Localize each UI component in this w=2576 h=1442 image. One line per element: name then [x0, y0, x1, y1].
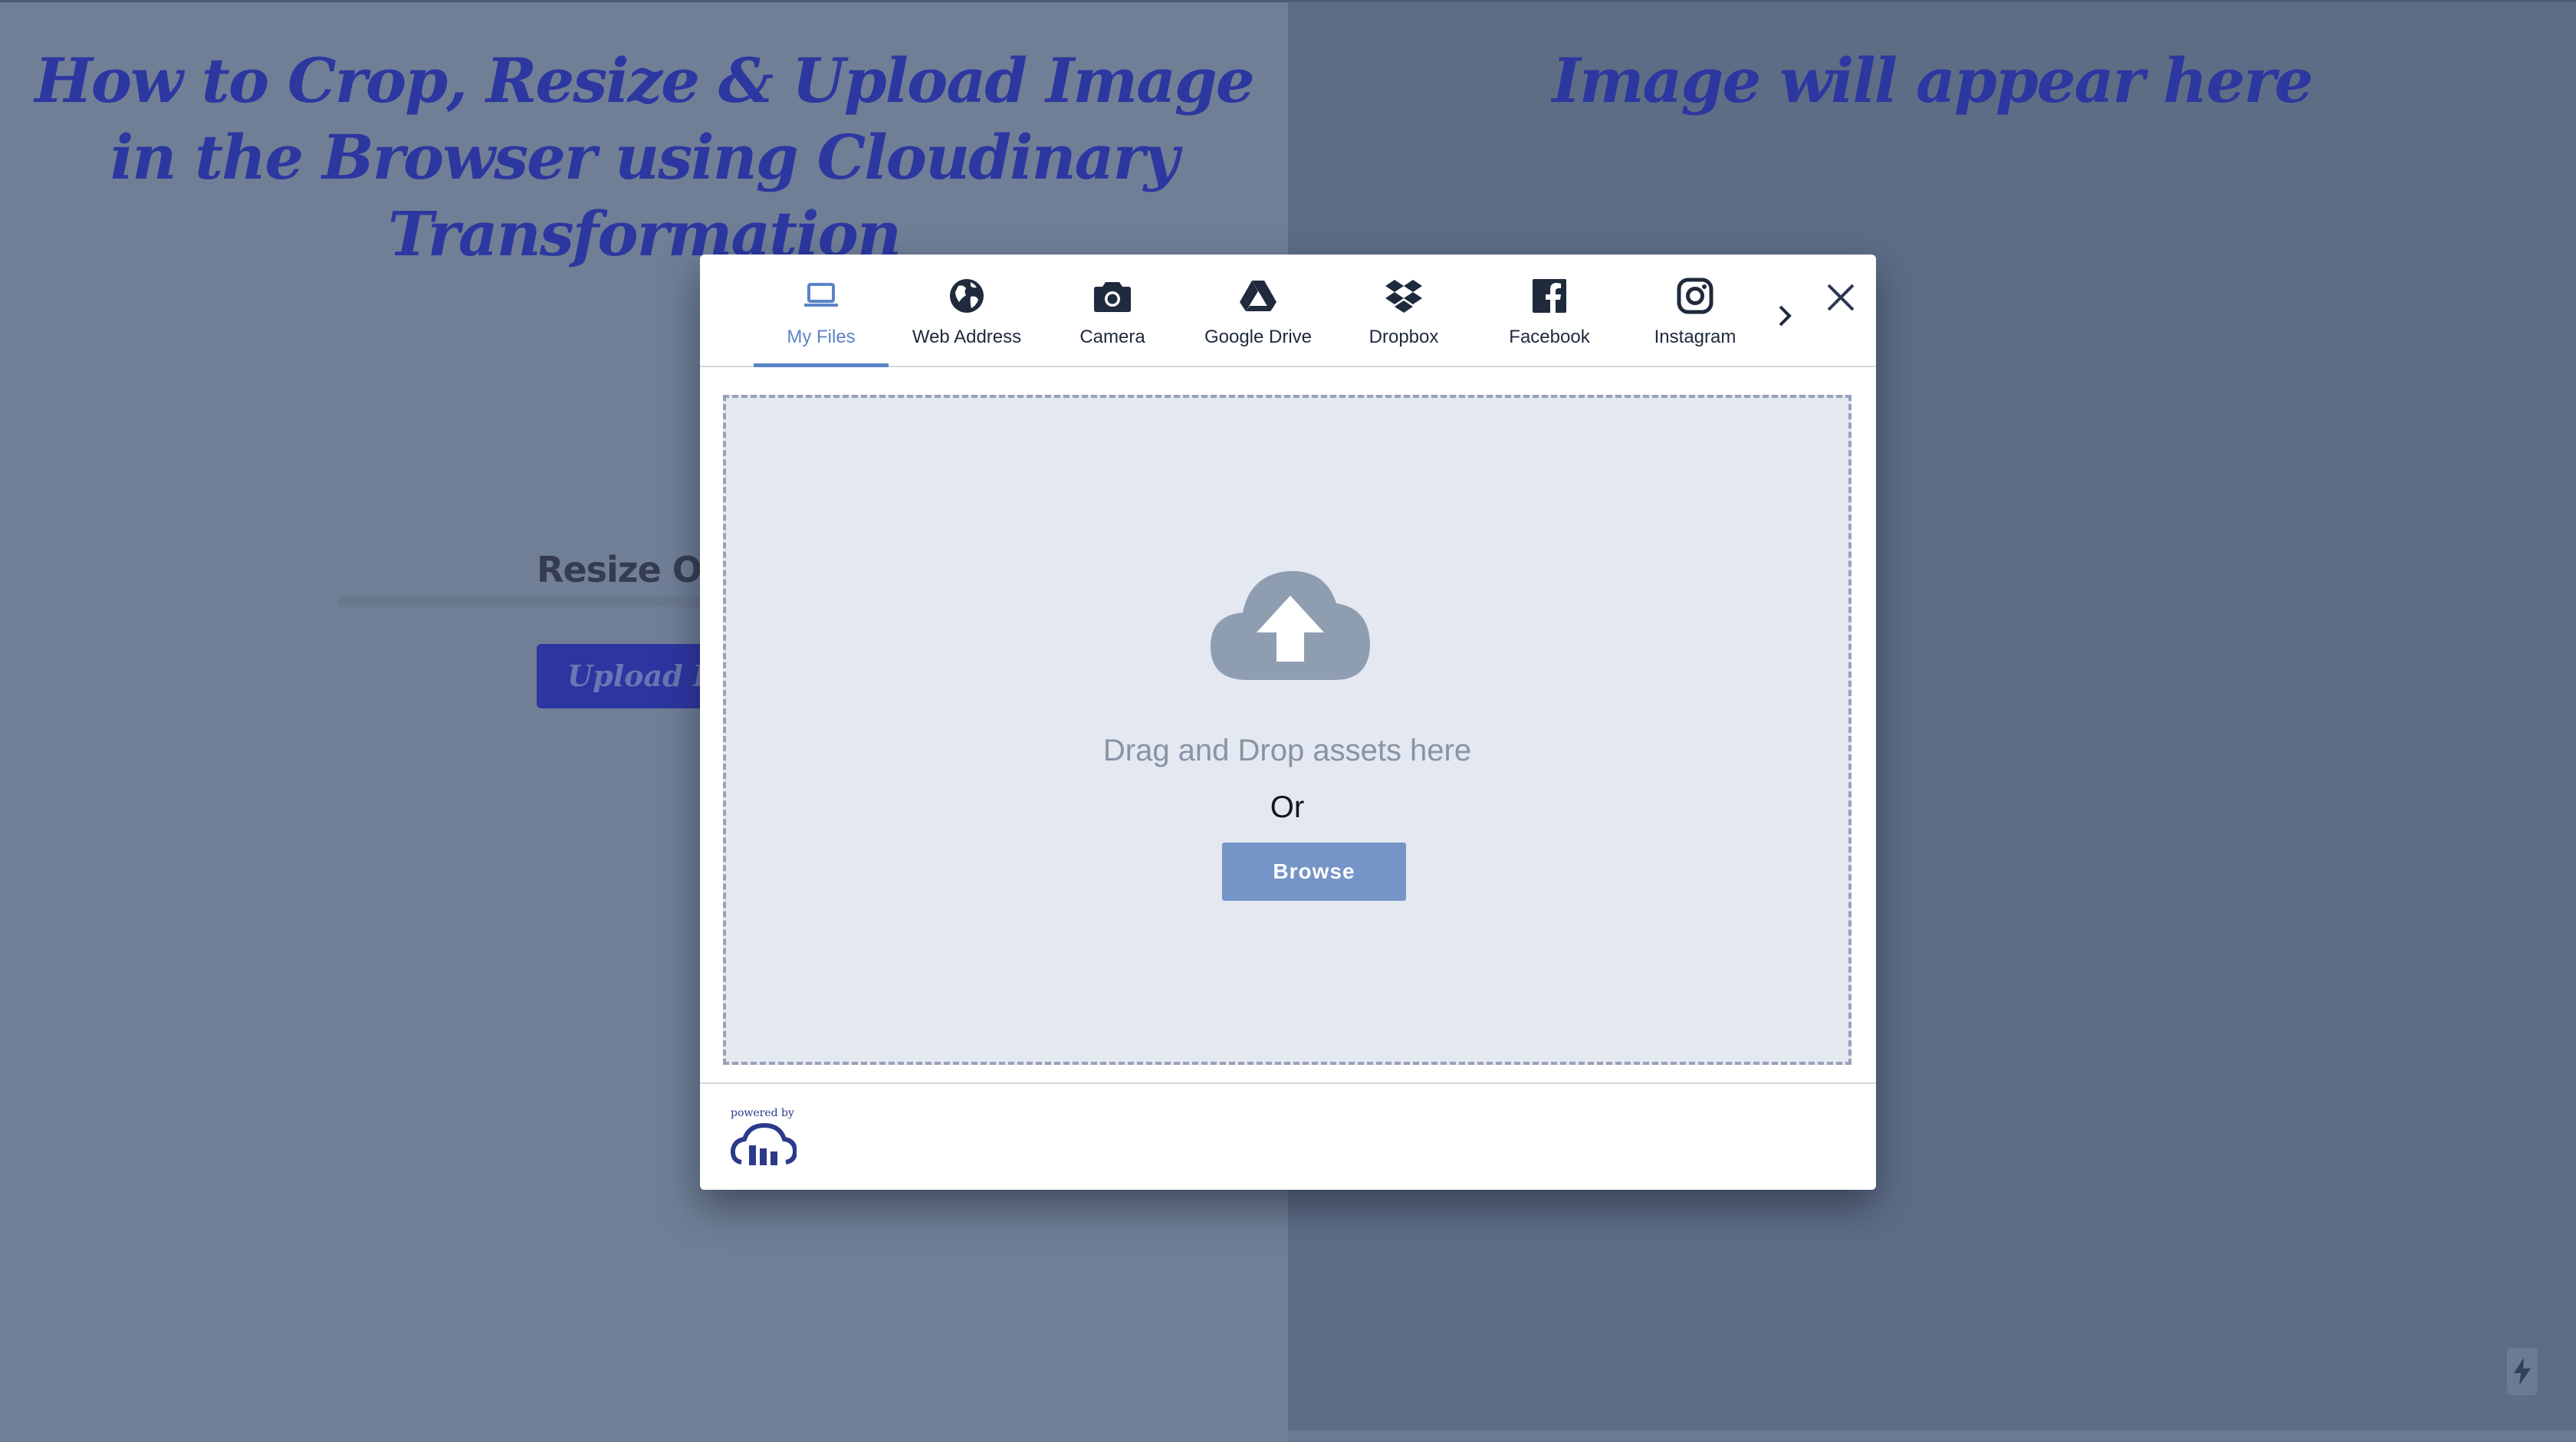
tab-label: Instagram — [1654, 327, 1737, 347]
camera-icon — [1091, 274, 1134, 317]
source-tabs: My Files Web Address Camera Google Drive… — [700, 255, 1876, 367]
resize-slider[interactable] — [337, 596, 721, 607]
upload-widget-modal: My Files Web Address Camera Google Drive… — [700, 255, 1876, 1190]
instagram-icon — [1674, 274, 1717, 317]
close-icon[interactable] — [1819, 276, 1862, 319]
tab-label: My Files — [787, 327, 856, 347]
drop-instructions: Drag and Drop assets here — [1102, 734, 1472, 767]
widget-footer: powered by — [700, 1082, 1876, 1190]
tab-dropbox[interactable]: Dropbox — [1336, 255, 1471, 366]
tab-label: Dropbox — [1368, 327, 1439, 347]
tab-label: Web Address — [912, 327, 1022, 347]
tab-instagram[interactable]: Instagram — [1628, 255, 1763, 366]
google-drive-icon — [1237, 274, 1280, 317]
tab-facebook[interactable]: Facebook — [1482, 255, 1617, 366]
page-title: How to Crop, Resize & Upload Image in th… — [34, 44, 1255, 270]
dropbox-icon — [1382, 274, 1425, 317]
tab-label: Camera — [1079, 327, 1145, 347]
cloud-upload-icon — [1211, 570, 1370, 680]
tab-google-drive[interactable]: Google Drive — [1191, 255, 1326, 366]
tab-camera[interactable]: Camera — [1045, 255, 1180, 366]
or-separator: Or — [1270, 790, 1305, 824]
powered-by-label: powered by — [731, 1107, 794, 1119]
globe-icon — [945, 274, 988, 317]
preview-title: Image will appear here — [1552, 44, 2313, 117]
tab-my-files[interactable]: My Files — [754, 255, 889, 367]
chevron-right-icon[interactable] — [1769, 293, 1800, 339]
browse-button[interactable]: Browse — [1222, 843, 1406, 901]
tab-label: Google Drive — [1204, 327, 1313, 347]
top-border — [0, 0, 2576, 2]
drop-zone[interactable]: Drag and Drop assets here Or Browse — [723, 395, 1852, 1065]
tab-web-address[interactable]: Web Address — [899, 255, 1034, 366]
cloudinary-logo-icon — [731, 1122, 797, 1165]
tab-label: Facebook — [1509, 327, 1590, 347]
laptop-icon — [800, 274, 843, 317]
bottom-strip — [1288, 1431, 2576, 1442]
facebook-icon — [1528, 274, 1571, 317]
bolt-icon[interactable] — [2507, 1348, 2538, 1395]
